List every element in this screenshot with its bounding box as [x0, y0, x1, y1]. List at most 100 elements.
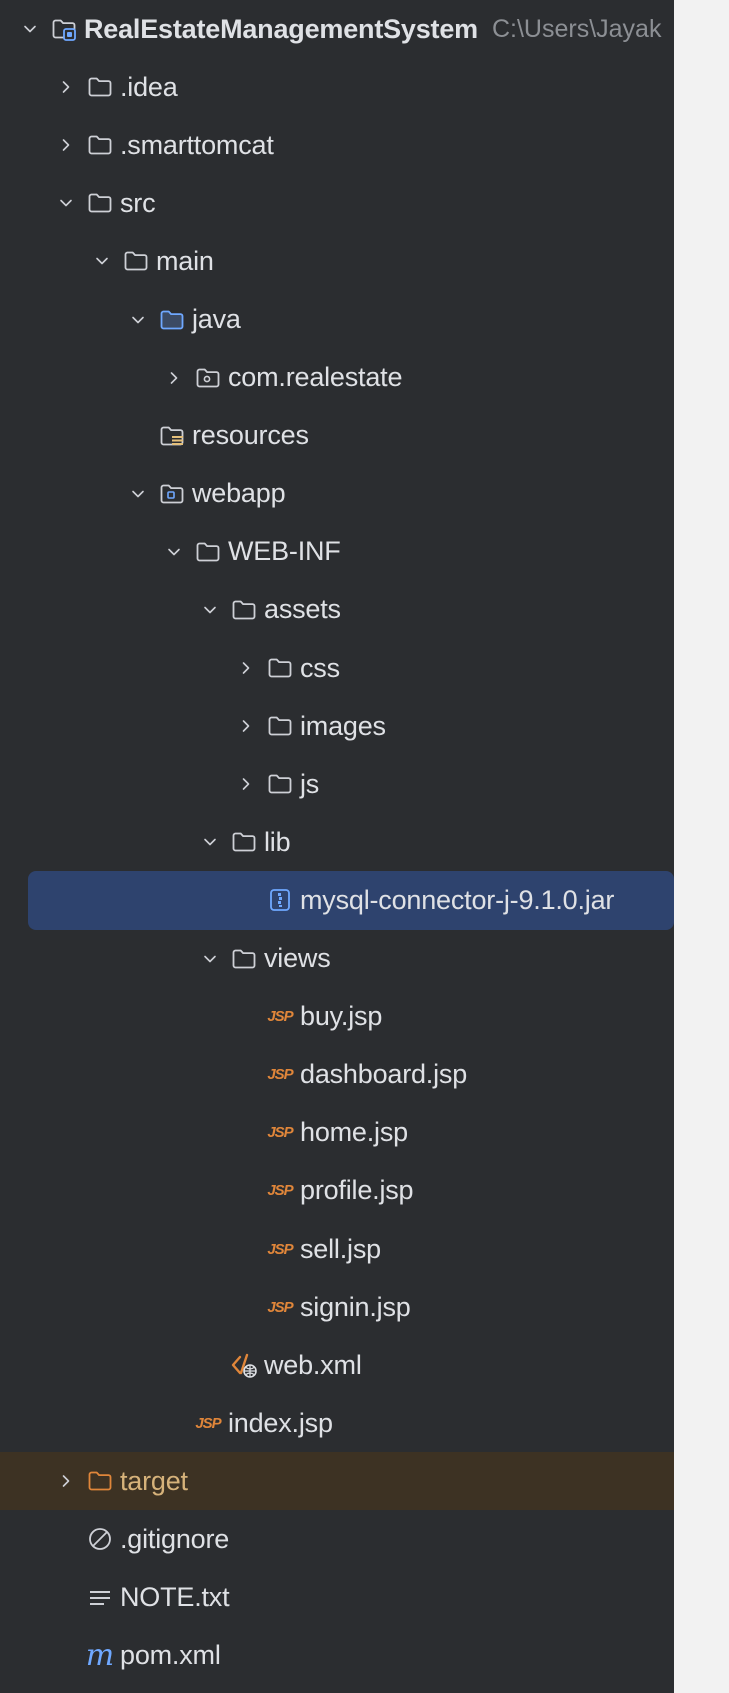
ignored-file-icon	[86, 1525, 114, 1553]
folder-icon	[266, 654, 294, 682]
chevron-right-icon[interactable]	[232, 654, 260, 682]
folder-icon	[266, 770, 294, 798]
tree-row-web-inf[interactable]: WEB-INF	[0, 523, 674, 581]
tree-row-label: src	[120, 187, 156, 218]
maven-icon-text: m	[85, 1637, 115, 1673]
tree-row-webapp[interactable]: webapp	[0, 465, 674, 523]
tree-row-label: web.xml	[264, 1349, 362, 1380]
tree-row-label: com.realestate	[228, 362, 403, 393]
tree-row-web-xml[interactable]: web.xml	[0, 1336, 674, 1394]
web-folder-icon	[158, 480, 186, 508]
chevron-down-icon[interactable]	[16, 15, 44, 43]
folder-icon	[194, 538, 222, 566]
jsp-file-icon: JSP	[266, 1061, 294, 1089]
chevron-down-icon[interactable]	[160, 538, 188, 566]
tree-row-label: js	[300, 768, 320, 799]
source-root-folder-icon	[158, 306, 186, 334]
tree-row-assets[interactable]: assets	[0, 581, 674, 639]
tree-row-smarttomcat[interactable]: .smarttomcat	[0, 116, 674, 174]
tree-row-index-jsp[interactable]: JSP index.jsp	[0, 1394, 674, 1452]
text-file-icon	[86, 1584, 114, 1612]
tree-row-main[interactable]: main	[0, 232, 674, 290]
tree-row-realestatemanagementsystem[interactable]: RealEstateManagementSystem C:\Users\Jayak	[0, 0, 674, 58]
tree-row-pom-xml[interactable]: m pom.xml	[0, 1627, 674, 1685]
tree-row-label: java	[192, 304, 241, 335]
tree-row-label: index.jsp	[228, 1407, 333, 1438]
tree-row-label: css	[300, 652, 340, 683]
chevron-down-icon[interactable]	[52, 189, 80, 217]
tree-row-label: .smarttomcat	[120, 129, 274, 160]
folder-icon	[266, 712, 294, 740]
tree-row-sell-jsp[interactable]: JSP sell.jsp	[0, 1220, 674, 1278]
tree-row-signin-jsp[interactable]: JSP signin.jsp	[0, 1278, 674, 1336]
chevron-down-icon[interactable]	[196, 828, 224, 856]
tree-row-src[interactable]: src	[0, 174, 674, 232]
chevron-right-icon[interactable]	[232, 770, 260, 798]
tree-row-lib[interactable]: lib	[0, 813, 674, 871]
chevron-right-icon[interactable]	[232, 712, 260, 740]
tree-row-label: signin.jsp	[300, 1291, 411, 1322]
tree-row-label: .idea	[120, 71, 178, 102]
package-icon	[194, 364, 222, 392]
chevron-right-icon[interactable]	[52, 131, 80, 159]
tree-row-js[interactable]: js	[0, 755, 674, 813]
jsp-icon-text: JSP	[267, 1124, 293, 1142]
jsp-file-icon: JSP	[266, 1003, 294, 1031]
tree-row-gitignore[interactable]: .gitignore	[0, 1510, 674, 1568]
tree-row-dashboard-jsp[interactable]: JSP dashboard.jsp	[0, 1046, 674, 1104]
tree-row-home-jsp[interactable]: JSP home.jsp	[0, 1104, 674, 1162]
jar-archive-icon	[266, 886, 294, 914]
folder-icon	[86, 73, 114, 101]
tree-row-resources[interactable]: resources	[0, 407, 674, 465]
tree-row-label: NOTE.txt	[120, 1582, 230, 1613]
tree-row-css[interactable]: css	[0, 639, 674, 697]
folder-icon	[230, 596, 258, 624]
tree-row-label: views	[264, 943, 331, 974]
tree-row-label: dashboard.jsp	[300, 1059, 468, 1090]
tree-row-label: WEB-INF	[228, 536, 341, 567]
chevron-down-icon[interactable]	[88, 247, 116, 275]
tree-row-mysql-connector-j-9-1-0-jar[interactable]: mysql-connector-j-9.1.0.jar	[28, 871, 674, 930]
jsp-icon-text: JSP	[267, 1066, 293, 1084]
tree-row-label: home.jsp	[300, 1117, 408, 1148]
tree-row-label: images	[300, 710, 386, 741]
jsp-file-icon: JSP	[266, 1177, 294, 1205]
tree-row-buy-jsp[interactable]: JSP buy.jsp	[0, 988, 674, 1046]
jsp-file-icon: JSP	[194, 1409, 222, 1437]
tree-row-com-realestate[interactable]: com.realestate	[0, 349, 674, 407]
jsp-icon-text: JSP	[267, 1298, 293, 1316]
chevron-right-icon[interactable]	[52, 1467, 80, 1495]
chevron-right-icon[interactable]	[160, 364, 188, 392]
tree-row-label: assets	[264, 594, 341, 625]
project-tree[interactable]: RealEstateManagementSystem C:\Users\Jayak…	[0, 0, 674, 1685]
tree-row-views[interactable]: views	[0, 930, 674, 988]
jsp-file-icon: JSP	[266, 1293, 294, 1321]
chevron-down-icon[interactable]	[124, 306, 152, 334]
tree-row-note-txt[interactable]: NOTE.txt	[0, 1569, 674, 1627]
tree-row-target[interactable]: target	[0, 1452, 674, 1511]
tree-row-idea[interactable]: .idea	[0, 58, 674, 116]
tree-row-label: profile.jsp	[300, 1175, 414, 1206]
maven-pom-icon: m	[85, 1637, 115, 1673]
jsp-file-icon: JSP	[266, 1235, 294, 1263]
jsp-icon-text: JSP	[267, 1008, 293, 1026]
resources-root-icon	[158, 422, 186, 450]
chevron-down-icon[interactable]	[196, 596, 224, 624]
tree-row-label: .gitignore	[120, 1523, 230, 1554]
web-xml-icon	[230, 1351, 258, 1379]
chevron-down-icon[interactable]	[196, 945, 224, 973]
chevron-down-icon[interactable]	[124, 480, 152, 508]
tree-row-java[interactable]: java	[0, 290, 674, 348]
project-tool-window: RealEstateManagementSystem C:\Users\Jayak…	[0, 0, 729, 1693]
tree-row-label: buy.jsp	[300, 1001, 383, 1032]
tree-row-label: pom.xml	[120, 1640, 221, 1671]
tree-row-images[interactable]: images	[0, 697, 674, 755]
folder-icon	[230, 828, 258, 856]
tree-row-label: lib	[264, 826, 291, 857]
excluded-folder-icon	[86, 1467, 114, 1495]
folder-icon	[122, 247, 150, 275]
chevron-right-icon[interactable]	[52, 73, 80, 101]
tree-row-profile-jsp[interactable]: JSP profile.jsp	[0, 1162, 674, 1220]
jsp-icon-text: JSP	[267, 1240, 293, 1258]
window-edge	[674, 0, 729, 1693]
